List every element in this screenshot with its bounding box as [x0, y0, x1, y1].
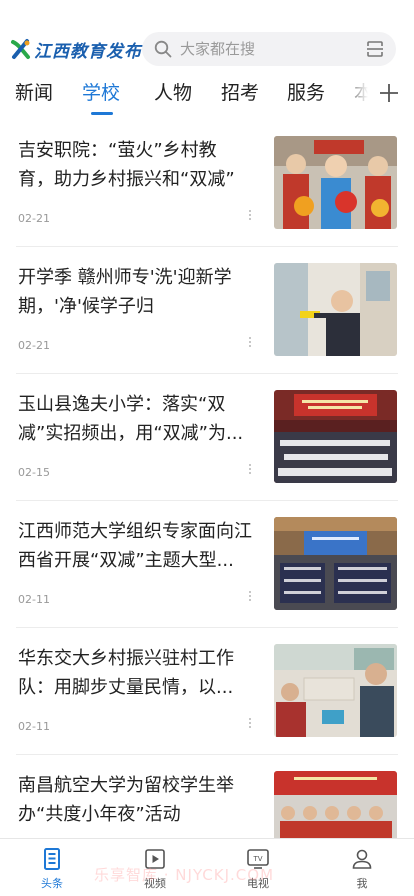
category-tabs: 新闻 学校 人物 招考 服务 本 — [0, 74, 414, 120]
news-date: 02-11 — [18, 593, 50, 606]
news-item[interactable]: 开学季 赣州师专'洗'迎新学期，'净'候学子归 02-21 — [0, 247, 414, 374]
scan-icon[interactable] — [366, 40, 384, 58]
more-options-icon[interactable] — [247, 590, 253, 604]
tab-news[interactable]: 新闻 — [15, 78, 53, 105]
news-title[interactable]: 玉山县逸夫小学：落实“双减”实招频出，用“双减”为... — [18, 390, 252, 448]
news-title[interactable]: 南昌航空大学为留校学生举办“共度小年夜”活动 — [18, 771, 252, 829]
logo-text: 江西教育发布 — [34, 41, 142, 62]
nav-headlines[interactable]: 头条 — [17, 847, 87, 891]
tv-icon: TV — [247, 849, 269, 869]
nav-me[interactable]: 我 — [327, 847, 397, 891]
nav-label: 我 — [356, 877, 368, 890]
nav-label: 电视 — [247, 877, 269, 890]
search-input[interactable] — [180, 40, 350, 58]
search-icon — [154, 40, 172, 58]
user-icon — [352, 849, 372, 869]
news-date: 02-21 — [18, 339, 50, 352]
news-thumbnail[interactable] — [274, 390, 397, 483]
news-date: 02-21 — [18, 212, 50, 225]
nav-video[interactable]: 视频 — [120, 847, 190, 891]
bottom-tab-bar: 头条 视频 TV 电视 我 — [0, 838, 414, 896]
news-date: 02-15 — [18, 466, 50, 479]
news-title[interactable]: 开学季 赣州师专'洗'迎新学期，'净'候学子归 — [18, 263, 252, 321]
news-list: 吉安职院：“萤火”乡村教育，助力乡村振兴和“双减” 02-21 开学季 赣州师专… — [0, 120, 414, 838]
news-item[interactable]: 玉山县逸夫小学：落实“双减”实招频出，用“双减”为... 02-15 — [0, 374, 414, 501]
news-thumbnail[interactable] — [274, 771, 397, 838]
more-options-icon[interactable] — [247, 717, 253, 731]
plus-icon[interactable] — [378, 82, 400, 104]
app-logo: 江西教育发布 — [10, 36, 142, 62]
news-thumbnail[interactable] — [274, 517, 397, 610]
video-icon — [145, 849, 165, 869]
more-options-icon[interactable] — [247, 336, 253, 350]
news-title[interactable]: 江西师范大学组织专家面向江西省开展“双减”主题大型... — [18, 517, 252, 575]
tab-school[interactable]: 学校 — [82, 78, 120, 105]
tab-services[interactable]: 服务 — [287, 78, 325, 105]
logo-mark-icon — [11, 39, 30, 59]
news-item[interactable]: 江西师范大学组织专家面向江西省开展“双减”主题大型... 02-11 — [0, 501, 414, 628]
news-title[interactable]: 吉安职院：“萤火”乡村教育，助力乡村振兴和“双减” — [18, 136, 252, 194]
nav-tv[interactable]: TV 电视 — [223, 847, 293, 891]
news-item[interactable]: 华东交大乡村振兴驻村工作队：用脚步丈量民情，以... 02-11 — [0, 628, 414, 755]
svg-text:TV: TV — [252, 855, 262, 863]
news-item[interactable]: 南昌航空大学为留校学生举办“共度小年夜”活动 — [0, 755, 414, 838]
search-bar[interactable] — [142, 32, 396, 66]
tab-people[interactable]: 人物 — [154, 78, 192, 105]
active-tab-indicator — [91, 112, 113, 115]
more-options-icon[interactable] — [247, 463, 253, 477]
news-thumbnail[interactable] — [274, 263, 397, 356]
news-date: 02-11 — [18, 720, 50, 733]
news-title[interactable]: 华东交大乡村振兴驻村工作队：用脚步丈量民情，以... — [18, 644, 252, 702]
news-thumbnail[interactable] — [274, 644, 397, 737]
more-options-icon[interactable] — [247, 209, 253, 223]
nav-label: 视频 — [144, 877, 166, 890]
headline-icon — [44, 848, 60, 870]
news-thumbnail[interactable] — [274, 136, 397, 229]
nav-label: 头条 — [41, 877, 63, 890]
tab-exams[interactable]: 招考 — [221, 78, 259, 105]
tab-fade — [340, 74, 380, 114]
news-item[interactable]: 吉安职院：“萤火”乡村教育，助力乡村振兴和“双减” 02-21 — [0, 120, 414, 247]
